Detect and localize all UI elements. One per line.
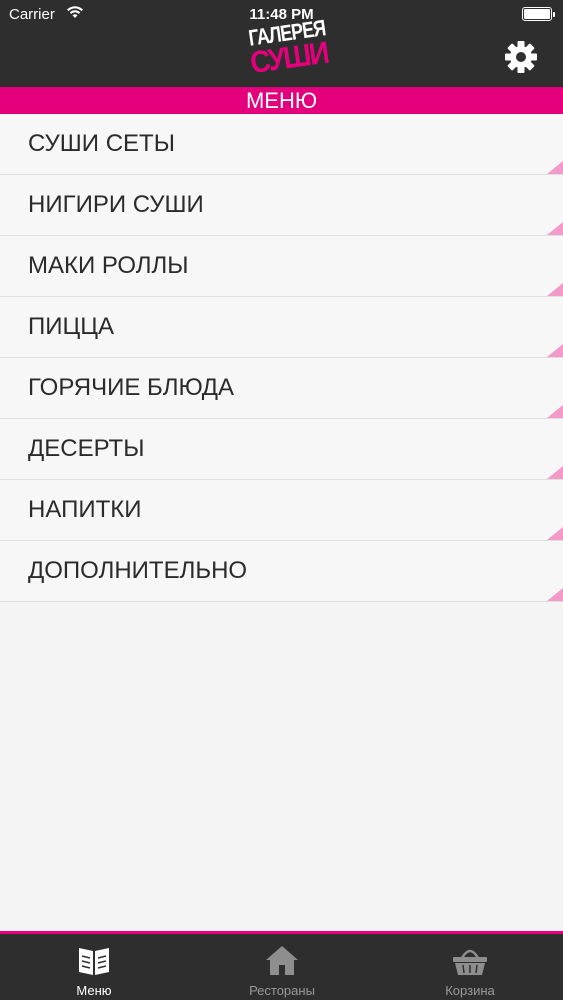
menu-item-label: МАКИ РОЛЛЫ — [28, 252, 189, 279]
menu-item-label: НИГИРИ СУШИ — [28, 191, 204, 218]
menu-item-label: ПИЦЦА — [28, 313, 115, 340]
corner-accent — [547, 344, 563, 357]
menu-item-hot-dishes[interactable]: ГОРЯЧИЕ БЛЮДА — [0, 358, 563, 419]
menu-item-sushi-sets[interactable]: СУШИ СЕТЫ — [0, 114, 563, 175]
menu-item-label: СУШИ СЕТЫ — [28, 130, 175, 157]
app-logo: ГАЛЕРЕЯ СУШИ — [245, 15, 330, 82]
menu-item-label: НАПИТКИ — [28, 496, 142, 523]
home-icon — [266, 946, 298, 975]
tab-menu[interactable]: Меню — [0, 934, 188, 1000]
corner-accent — [547, 588, 563, 601]
corner-accent — [547, 527, 563, 540]
gear-icon[interactable] — [504, 40, 538, 74]
menu-item-desserts[interactable]: ДЕСЕРТЫ — [0, 419, 563, 480]
corner-accent — [547, 283, 563, 296]
menu-item-pizza[interactable]: ПИЦЦА — [0, 297, 563, 358]
menu-item-label: ДЕСЕРТЫ — [28, 435, 145, 462]
top-bar: Carrier 11:48 PM ГАЛЕРЕЯ СУШИ — [0, 0, 563, 87]
menu-item-label: ГОРЯЧИЕ БЛЮДА — [28, 374, 235, 401]
menu-item-drinks[interactable]: НАПИТКИ — [0, 480, 563, 541]
menu-item-maki-rolls[interactable]: МАКИ РОЛЛЫ — [0, 236, 563, 297]
tab-cart[interactable]: Корзина — [376, 934, 563, 1000]
corner-accent — [547, 405, 563, 418]
menu-item-extras[interactable]: ДОПОЛНИТЕЛЬНО — [0, 541, 563, 602]
app-screen: Carrier 11:48 PM ГАЛЕРЕЯ СУШИ МЕНЮ СУШИ … — [0, 0, 563, 1000]
battery-icon — [522, 7, 555, 21]
tab-label: Корзина — [445, 983, 495, 998]
menu-book-icon — [79, 948, 109, 975]
menu-list: СУШИ СЕТЫ НИГИРИ СУШИ МАКИ РОЛЛЫ ПИЦЦА Г… — [0, 114, 563, 602]
tab-bar: Меню Рестораны Корзина — [0, 931, 563, 1000]
section-title: МЕНЮ — [0, 87, 563, 114]
menu-item-nigiri-sushi[interactable]: НИГИРИ СУШИ — [0, 175, 563, 236]
corner-accent — [547, 466, 563, 479]
basket-icon — [453, 949, 487, 975]
menu-item-label: ДОПОЛНИТЕЛЬНО — [28, 557, 248, 584]
tab-restaurants[interactable]: Рестораны — [188, 934, 376, 1000]
corner-accent — [547, 222, 563, 235]
corner-accent — [547, 161, 563, 174]
tab-label: Рестораны — [249, 983, 315, 998]
tab-label: Меню — [76, 983, 112, 998]
